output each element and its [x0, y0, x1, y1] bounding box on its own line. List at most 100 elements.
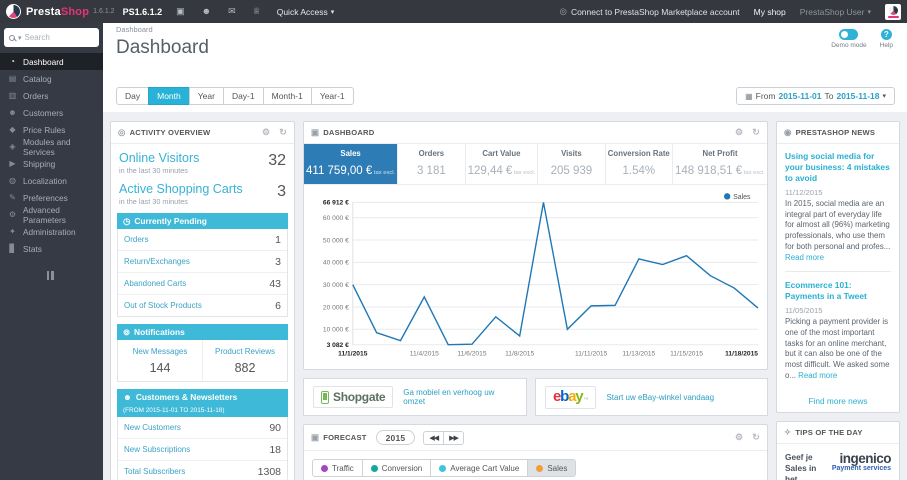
employee-icon[interactable]: ☻ — [202, 6, 211, 17]
sidebar-item-advanced-parameters[interactable]: ⚙ Advanced Parameters — [0, 205, 103, 225]
gear-icon[interactable]: ⚙ — [262, 127, 270, 138]
kpi-cart-value[interactable]: Cart Value 129,44 € tax excl. — [466, 144, 539, 184]
gear-icon[interactable]: ⚙ — [735, 127, 743, 138]
my-shop-link[interactable]: My shop — [754, 7, 786, 17]
sidebar-item-orders[interactable]: ▥ Orders — [0, 87, 103, 104]
sidebar-item-localization[interactable]: ◍ Localization — [0, 172, 103, 189]
phone-icon — [321, 390, 329, 404]
forecast-prev-button[interactable]: ◀◀ — [423, 430, 445, 445]
trophy-icon[interactable]: ♕ — [253, 6, 261, 17]
sidebar-item-stats[interactable]: ▊ Stats — [0, 240, 103, 257]
shopgate-banner[interactable]: Shopgate Ga mobiel en verhoog uw omzet — [303, 378, 527, 416]
sidebar-item-label: Stats — [23, 243, 42, 254]
truck-icon: ▶ — [9, 159, 16, 168]
news-article-title[interactable]: Using social media for your business: 4 … — [785, 151, 891, 184]
list-row-link[interactable]: New Customers — [124, 423, 181, 432]
sidebar-item-administration[interactable]: ✦ Administration — [0, 223, 103, 240]
notification-link[interactable]: Product Reviews — [215, 347, 275, 356]
gear-icon: ✦ — [9, 227, 16, 236]
quick-access-menu[interactable]: Quick Access ▾ — [277, 7, 335, 17]
kpi-net-profit[interactable]: Net Profit 148 918,51 € tax excl. — [673, 144, 767, 184]
version-label: 1.6.1.2 — [93, 8, 115, 15]
kpi-visits[interactable]: Visits 205 939 — [538, 144, 606, 184]
ingenico-logo: ingenico Payment services — [831, 450, 892, 473]
forecast-toggle-average-cart-value[interactable]: Average Cart Value — [430, 459, 529, 477]
range-button-day[interactable]: Day — [116, 87, 150, 105]
kpi-sales[interactable]: Sales 411 759,00 € tax excl. — [304, 144, 399, 184]
sidebar-item-label: Modules and Services — [23, 136, 71, 157]
date-range-picker[interactable]: ▦ From 2015-11-01 To 2015-11-18 ▾ — [736, 87, 895, 105]
shopgate-link[interactable]: Ga mobiel en verhoog uw omzet — [403, 388, 517, 406]
toggle-on-icon[interactable] — [839, 29, 859, 40]
sidebar-item-catalog[interactable]: ▤ Catalog — [0, 70, 103, 87]
svg-text:11/11/2015: 11/11/2015 — [575, 351, 608, 358]
notification-link[interactable]: New Messages — [133, 347, 188, 356]
refresh-icon[interactable]: ↻ — [279, 127, 287, 138]
panel-title: DASHBOARD — [323, 128, 375, 137]
list-row-link[interactable]: Out of Stock Products — [124, 301, 202, 310]
help-button[interactable]: ? Help — [880, 29, 893, 49]
range-button-month-1[interactable]: Month-1 — [262, 87, 312, 105]
refresh-icon[interactable]: ↻ — [752, 127, 760, 138]
sidebar-item-customers[interactable]: ☻ Customers — [0, 104, 103, 121]
list-row: Orders 1 — [118, 229, 287, 251]
kpi-value: 1.54% — [622, 165, 656, 177]
read-more-link[interactable]: Read more — [785, 253, 824, 262]
tachometer-icon: ◔ — [10, 57, 15, 66]
kpi-conversion-rate[interactable]: Conversion Rate 1.54% — [606, 144, 673, 184]
active-carts-link[interactable]: Active Shopping Carts — [119, 182, 243, 196]
sidebar-item-price-rules[interactable]: ◆ Price Rules — [0, 121, 103, 138]
kpi-value: 411 759,00 € tax excl. — [306, 165, 396, 177]
list-row-link[interactable]: Total Subscribers — [124, 467, 185, 476]
chevron-down-icon[interactable]: ▾ — [18, 34, 22, 42]
forecast-toggle-traffic[interactable]: Traffic — [312, 459, 363, 477]
read-more-link[interactable]: Read more — [798, 371, 837, 380]
online-visitors-link[interactable]: Online Visitors — [119, 151, 199, 165]
list-row-link[interactable]: Return/Exchanges — [124, 257, 190, 266]
ebay-link[interactable]: Start uw eBay-winkel vandaag — [606, 393, 714, 402]
user-menu[interactable]: PrestaShop User ▾ — [800, 7, 871, 17]
envelope-icon[interactable]: ✉ — [228, 6, 236, 17]
cart-icon[interactable]: ▣ — [176, 6, 185, 17]
kpi-label: Visits — [561, 149, 582, 158]
breadcrumb[interactable]: Dashboard — [116, 25, 895, 34]
svg-text:11/13/2015: 11/13/2015 — [622, 351, 655, 358]
search-input[interactable] — [24, 33, 94, 42]
sidebar-item-shipping[interactable]: ▶ Shipping — [0, 155, 103, 172]
list-row-link[interactable]: Abandoned Carts — [124, 279, 186, 288]
range-button-year[interactable]: Year — [188, 87, 224, 105]
kpi-orders[interactable]: Orders 3 181 — [398, 144, 466, 184]
sidebar-item-modules[interactable]: ◈ Modules and Services — [0, 136, 103, 157]
user-avatar[interactable] — [885, 3, 901, 20]
news-article-date: 11/05/2015 — [785, 306, 823, 316]
svg-text:60 000 €: 60 000 € — [323, 215, 349, 222]
collapse-menu-button[interactable] — [46, 271, 57, 280]
range-button-day-1[interactable]: Day-1 — [222, 87, 264, 105]
conversion-dot-icon — [370, 464, 378, 472]
refresh-icon[interactable]: ↻ — [752, 432, 760, 443]
range-button-month[interactable]: Month — [148, 87, 190, 105]
list-row: Out of Stock Products 6 — [118, 295, 287, 316]
ebay-banner[interactable]: e b a y ™ Start uw eBay-winkel vandaag — [535, 378, 768, 416]
list-row-value: 6 — [275, 299, 281, 312]
find-more-news-link[interactable]: Find more news — [777, 396, 899, 406]
forecast-toggle-sales[interactable]: Sales — [527, 459, 577, 477]
svg-text:40 000 €: 40 000 € — [323, 260, 349, 267]
sidebar-item-preferences[interactable]: ✎ Preferences — [0, 189, 103, 206]
kpi-value: 148 918,51 € tax excl. — [674, 165, 766, 177]
sidebar-item-dashboard[interactable]: ◔ Dashboard — [0, 53, 103, 70]
range-button-year-1[interactable]: Year-1 — [310, 87, 354, 105]
news-article-excerpt: In 2015, social media are an integral pa… — [785, 198, 891, 262]
news-article-excerpt: Picking a payment provider is one of the… — [785, 317, 890, 380]
person-icon: ☻ — [123, 392, 132, 402]
forecast-toggle-conversion[interactable]: Conversion — [361, 459, 432, 477]
forecast-next-button[interactable]: ▶▶ — [443, 430, 464, 445]
marketplace-link[interactable]: ◎ Connect to PrestaShop Marketplace accou… — [560, 6, 740, 17]
kpi-value: 3 181 — [416, 165, 446, 177]
demo-mode-toggle[interactable]: Demo mode — [831, 29, 867, 49]
gear-icon[interactable]: ⚙ — [735, 432, 743, 443]
news-article-title[interactable]: Ecommerce 101: Payments in a Tweet — [785, 280, 891, 302]
list-row-link[interactable]: Orders — [124, 235, 148, 244]
list-row-link[interactable]: New Subscriptions — [124, 445, 190, 454]
tags-icon: ◆ — [9, 125, 16, 134]
